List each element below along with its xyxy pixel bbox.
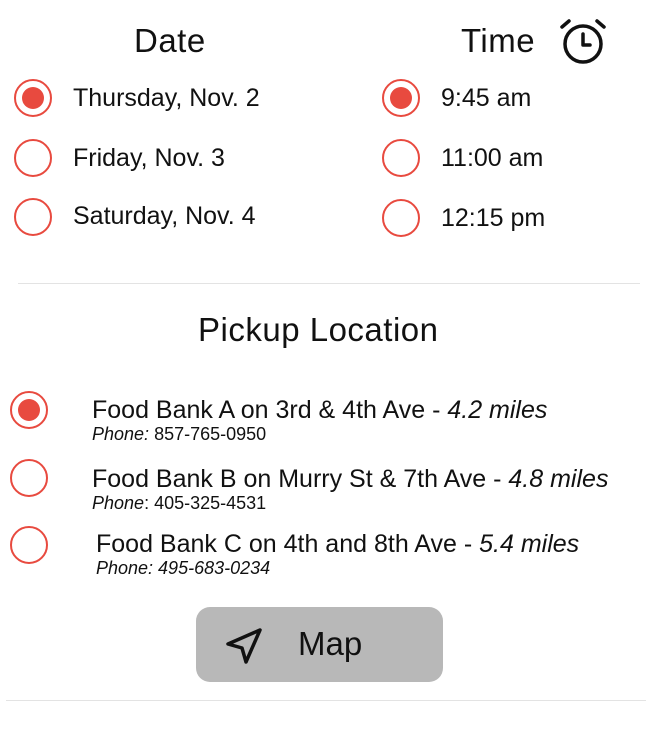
time-radio-1215[interactable]	[382, 199, 420, 237]
location-phone-b: Phone: 405-325-4531	[92, 493, 266, 514]
radio-selected-dot	[18, 399, 40, 421]
location-phone-c: Phone: 495-683-0234	[96, 558, 270, 579]
pickup-heading: Pickup Location	[198, 311, 439, 348]
map-button[interactable]: Map	[196, 607, 443, 682]
location-radio-a[interactable]	[10, 391, 48, 429]
location-phone-a: Phone: 857-765-0950	[92, 424, 266, 445]
location-label: Food Bank B on Murry St & 7th Ave -	[92, 465, 509, 493]
time-heading: Time	[461, 22, 536, 59]
bottom-divider	[6, 700, 646, 701]
time-radio-1100[interactable]	[382, 139, 420, 177]
location-name-c[interactable]: Food Bank C on 4th and 8th Ave - 5.4 mil…	[96, 530, 579, 559]
location-name-b[interactable]: Food Bank B on Murry St & 7th Ave - 4.8 …	[92, 465, 608, 494]
phone-number: : 405-325-4531	[144, 493, 267, 513]
location-radio-b[interactable]	[10, 459, 48, 497]
time-option-1215[interactable]: 12:15 pm	[441, 204, 545, 233]
location-name-a[interactable]: Food Bank A on 3rd & 4th Ave - 4.2 miles	[92, 396, 547, 425]
section-divider	[18, 283, 640, 284]
phone-label: Phone:	[92, 424, 150, 444]
date-option-thursday[interactable]: Thursday, Nov. 2	[73, 84, 260, 113]
time-option-1100[interactable]: 11:00 am	[441, 144, 543, 173]
alarm-clock-icon	[560, 19, 606, 64]
location-radio-c[interactable]	[10, 526, 48, 564]
location-distance: 4.2 miles	[447, 396, 548, 424]
date-radio-saturday[interactable]	[14, 198, 52, 236]
date-option-saturday[interactable]: Saturday, Nov. 4	[73, 202, 256, 231]
phone-number: 857-765-0950	[149, 424, 267, 444]
location-label: Food Bank C on 4th and 8th Ave -	[96, 530, 480, 558]
radio-selected-dot	[22, 87, 44, 109]
time-radio-945[interactable]	[382, 79, 420, 117]
date-heading: Date	[134, 22, 206, 59]
location-distance: 5.4 miles	[479, 530, 580, 558]
location-label: Food Bank A on 3rd & 4th Ave -	[92, 396, 448, 424]
map-button-label: Map	[298, 625, 363, 662]
date-option-friday[interactable]: Friday, Nov. 3	[73, 144, 225, 173]
date-radio-friday[interactable]	[14, 139, 52, 177]
date-radio-thursday[interactable]	[14, 79, 52, 117]
radio-selected-dot	[390, 87, 412, 109]
time-option-945[interactable]: 9:45 am	[441, 84, 531, 113]
location-distance: 4.8 miles	[508, 465, 609, 493]
navigation-arrow-icon	[226, 628, 262, 664]
phone-label: Phone: 495-683-0234	[96, 558, 271, 578]
phone-label: Phone	[92, 493, 145, 513]
